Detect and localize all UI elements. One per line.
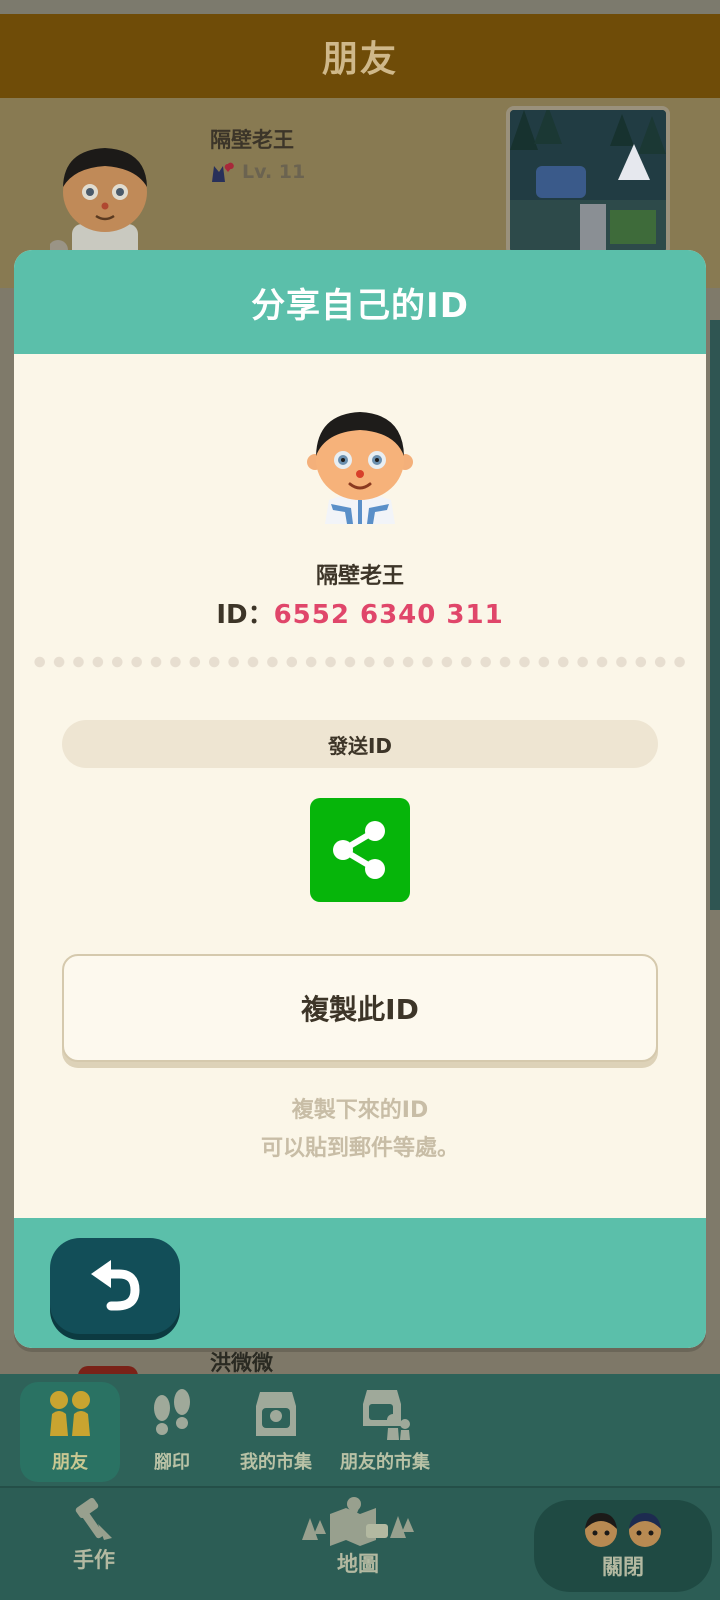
footprints-icon xyxy=(154,1389,190,1435)
tab-my-market[interactable]: 我的市集 xyxy=(226,1382,326,1482)
friend-avatar xyxy=(50,148,147,262)
send-id-label: 發送ID xyxy=(327,733,393,758)
nav-craft[interactable]: 手作 xyxy=(68,1494,120,1574)
tab-friends[interactable]: 朋友 xyxy=(20,1382,120,1482)
friend-name: 洪微微 xyxy=(210,1351,273,1375)
tab-label: 腳印 xyxy=(154,1452,190,1473)
map-icon xyxy=(302,1497,414,1546)
copy-hint-line1: 複製下來的ID xyxy=(291,1098,429,1123)
dialog-title: 分享自己的ID xyxy=(251,285,469,326)
craft-hammer-icon xyxy=(75,1497,112,1540)
dotted-divider xyxy=(30,656,690,668)
tab-friends-market[interactable]: 朋友的市集 xyxy=(330,1382,440,1482)
tab-label: 我的市集 xyxy=(240,1452,312,1473)
player-name: 隔壁老王 xyxy=(315,564,404,589)
send-id-section-header: 發送ID xyxy=(62,720,658,768)
dialog-footer xyxy=(14,1218,706,1348)
screen-title: 朋友 xyxy=(321,39,398,80)
nav-map[interactable]: 地圖 xyxy=(296,1494,420,1578)
friend-level: Lv. 11 xyxy=(210,160,305,184)
player-avatar xyxy=(307,412,413,524)
close-button[interactable]: 關閉 xyxy=(534,1500,712,1592)
friends-market-icon xyxy=(363,1390,410,1440)
friend-name: 隔壁老王 xyxy=(210,128,294,152)
nav-map-label: 地圖 xyxy=(337,1552,379,1576)
friends-icon xyxy=(50,1391,90,1436)
player-id: ID：6552 6340 311 xyxy=(14,594,706,631)
tab-label: 朋友的市集 xyxy=(340,1452,430,1473)
scrollbar[interactable] xyxy=(710,320,720,910)
nav-divider xyxy=(0,1486,720,1488)
screen-header: 朋友 xyxy=(0,14,720,98)
back-arrow-icon xyxy=(91,1260,140,1311)
friend-campsite-thumbnail[interactable] xyxy=(506,106,670,256)
share-button[interactable] xyxy=(310,798,410,902)
copy-id-button[interactable]: 複製此ID xyxy=(62,954,658,1062)
tab-bar: 朋友 腳印 我的市集 朋友的市集 xyxy=(0,1374,720,1486)
copy-hint-line2: 可以貼到郵件等處。 xyxy=(260,1136,459,1161)
copy-id-label: 複製此ID xyxy=(301,993,419,1026)
nav-craft-label: 手作 xyxy=(73,1548,115,1572)
status-bar-area xyxy=(0,0,720,14)
tab-label: 朋友 xyxy=(52,1452,88,1473)
my-market-icon xyxy=(256,1392,296,1436)
share-id-dialog: 分享自己的ID 隔壁老王 ID：6552 6340 311 發送ID 複製此ID xyxy=(14,250,706,1348)
share-icon xyxy=(333,821,385,879)
tab-footprints[interactable]: 腳印 xyxy=(122,1382,222,1482)
campsite-image xyxy=(510,110,666,252)
cat-heart-icon xyxy=(212,162,234,182)
dialog-header: 分享自己的ID xyxy=(14,250,706,354)
villagers-icon xyxy=(585,1513,661,1547)
player-id-prefix: ID： xyxy=(216,600,274,630)
back-button[interactable] xyxy=(50,1238,180,1334)
friend-level-label: Lv. 11 xyxy=(242,161,306,183)
close-button-label: 關閉 xyxy=(602,1555,644,1579)
player-id-value: 6552 6340 311 xyxy=(273,600,504,630)
